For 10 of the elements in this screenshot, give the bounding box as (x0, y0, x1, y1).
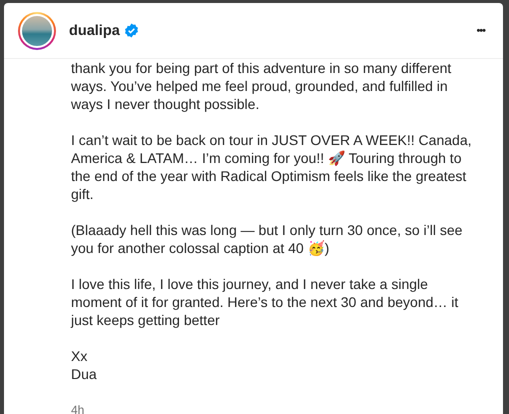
verified-badge-icon (124, 23, 139, 38)
avatar[interactable] (18, 12, 56, 50)
caption-paragraph: I love this life, I love this journey, and I never take a single moment of it for granted. Here’s to the next 30 and beyond… it just keeps getting better (71, 275, 460, 329)
caption-paragraph: I can’t wait to be back on tour in JUST OVER A WEEK!! Canada, America & LATAM… I’m coming for you!! 🚀 Touring through to the end of the year with Radical Optimism feels like the greatest gift. (71, 131, 472, 203)
caption-paragraph: thank you for being part of this adventure in so many different ways. You’ve helped me feel proud, grounded, and fulfilled in ways I never thought possible. (71, 59, 452, 113)
more-options-button[interactable]: ••• (472, 22, 489, 38)
caption-paragraph: Xx Dua (71, 347, 98, 383)
post-time[interactable]: 4h (71, 403, 84, 414)
caption-paragraph: (Blaaady hell this was long — but I only turn 30 once, so i’ll see you for another colossal caption at 40 🥳) (71, 221, 464, 257)
username[interactable]: dualipa (69, 22, 120, 38)
